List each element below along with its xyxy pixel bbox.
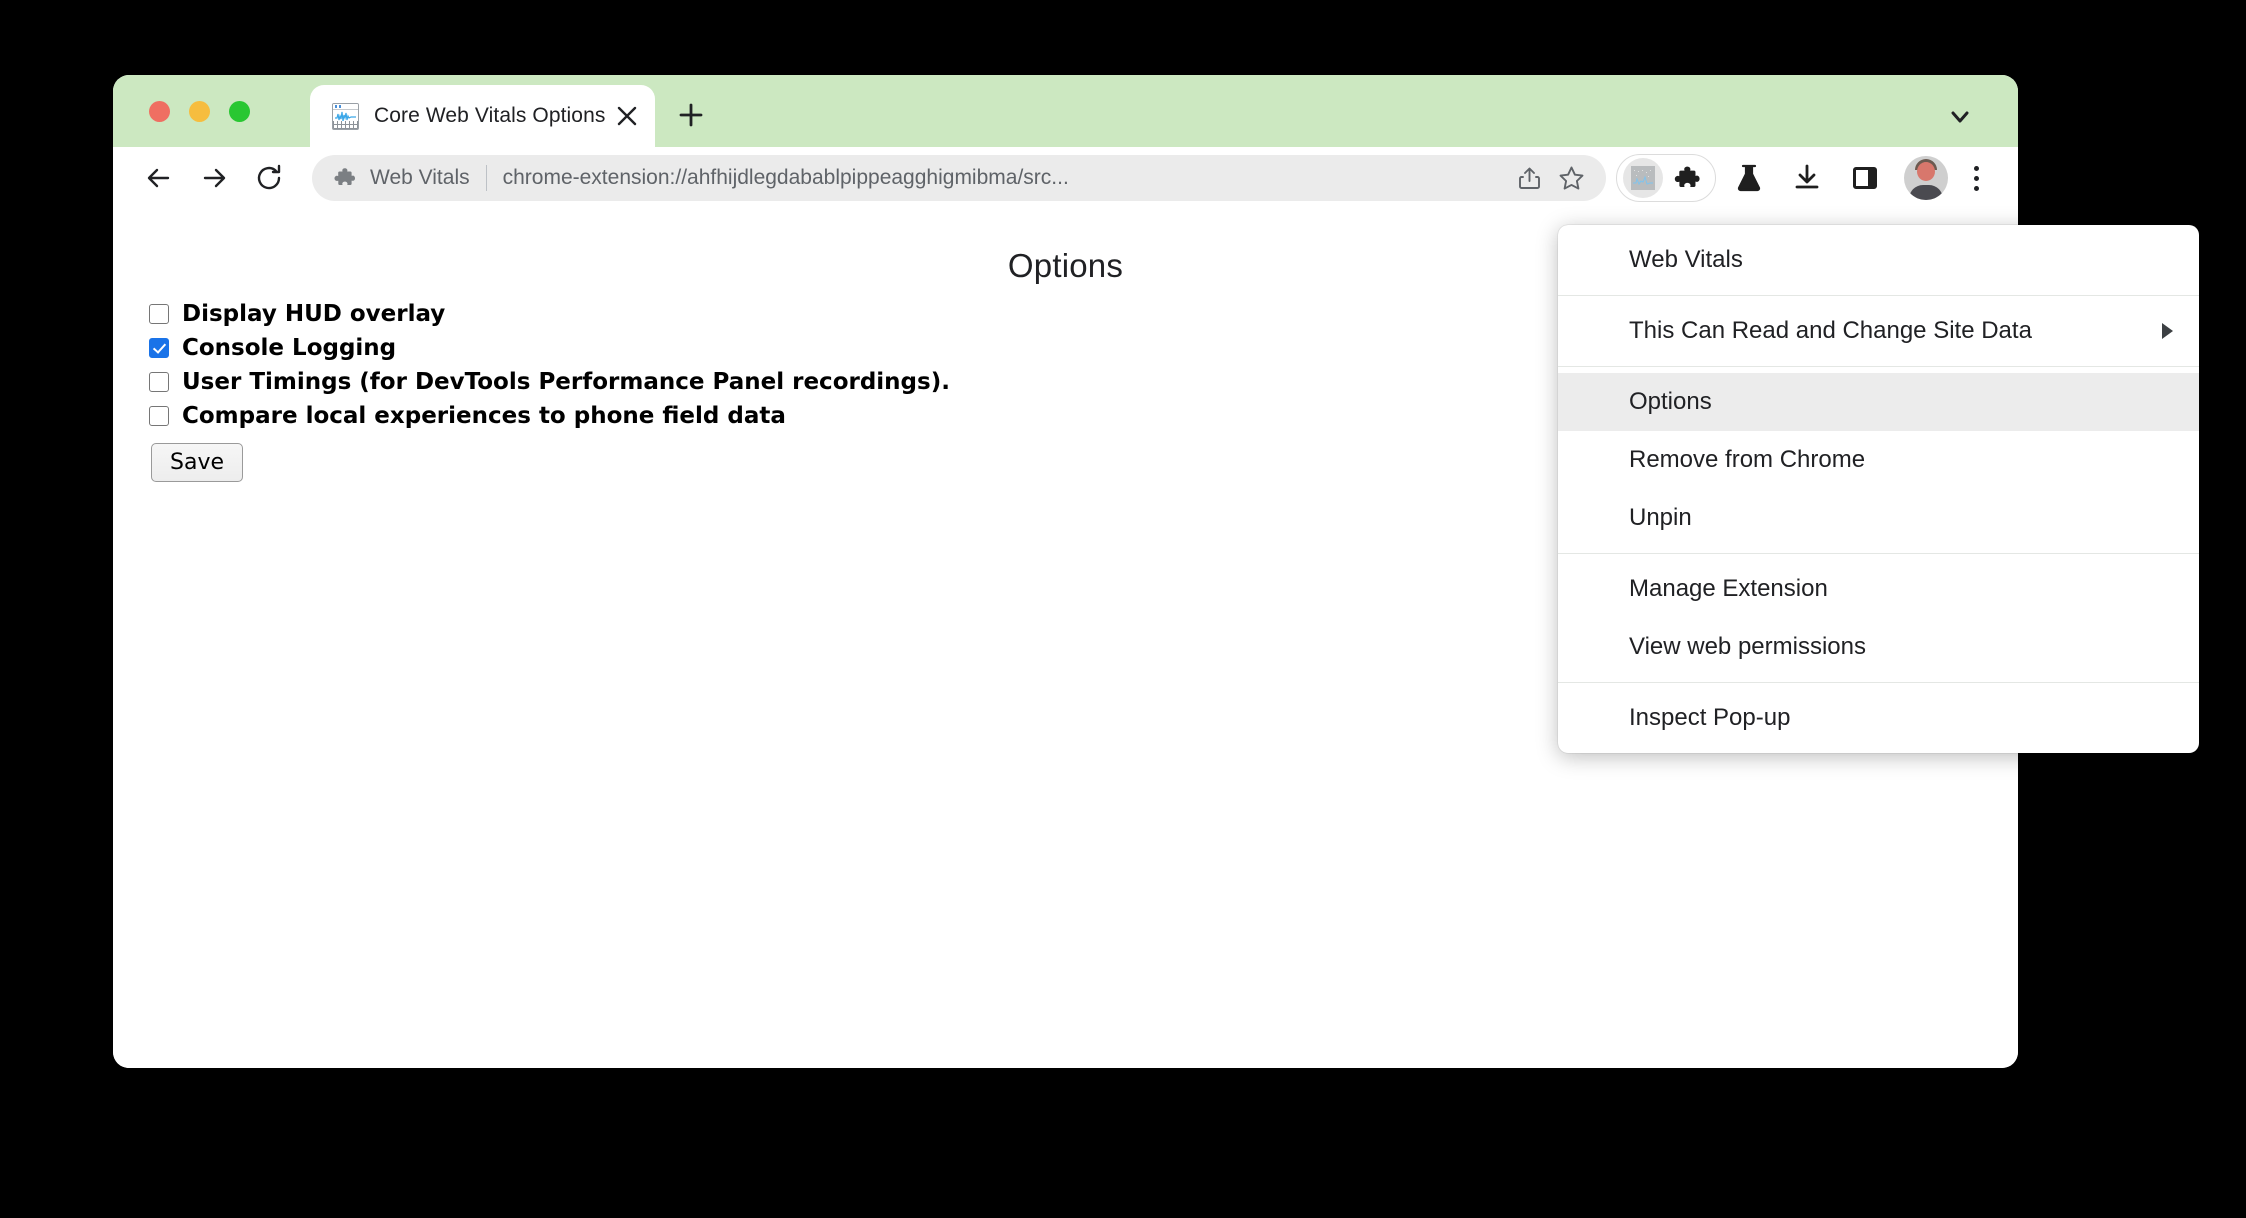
tab-title: Core Web Vitals Options <box>374 104 606 127</box>
web-vitals-chart-icon <box>332 102 359 130</box>
puzzle-piece-icon <box>332 165 358 191</box>
menu-item-label: Inspect Pop-up <box>1629 704 1791 731</box>
reload-icon[interactable] <box>245 154 293 202</box>
omnibox-extension-name: Web Vitals <box>370 166 470 189</box>
extension-context-menu: Web Vitals This Can Read and Change Site… <box>1558 225 2199 753</box>
option-row-compare-local-experiences[interactable]: Compare local experiences to phone field… <box>149 399 950 432</box>
toolbar-actions <box>1616 153 1998 203</box>
save-button[interactable]: Save <box>151 443 244 482</box>
menu-item-options[interactable]: Options <box>1558 373 2199 431</box>
menu-item-label: Remove from Chrome <box>1629 446 1866 473</box>
options-form: Display HUD overlay Console Logging User… <box>149 297 950 482</box>
submenu-arrow-icon <box>2162 323 2173 339</box>
web-vitals-extension-icon[interactable] <box>1623 158 1663 198</box>
maximize-window-button[interactable] <box>229 101 250 122</box>
flask-icon[interactable] <box>1724 153 1774 203</box>
checkbox-user-timings[interactable] <box>149 371 169 392</box>
menu-item-site-access[interactable]: This Can Read and Change Site Data <box>1558 302 2199 360</box>
menu-group: Inspect Pop-up <box>1558 682 2199 753</box>
option-row-console-logging[interactable]: Console Logging <box>149 331 950 364</box>
back-arrow-icon[interactable] <box>135 154 183 202</box>
menu-item-inspect-popup[interactable]: Inspect Pop-up <box>1558 689 2199 747</box>
chevron-down-icon[interactable] <box>1940 97 1980 137</box>
forward-arrow-icon[interactable] <box>190 154 238 202</box>
checkbox-display-hud-overlay[interactable] <box>149 303 169 324</box>
star-icon[interactable] <box>1550 157 1592 199</box>
minimize-window-button[interactable] <box>189 101 210 122</box>
extensions-icon[interactable] <box>1665 156 1709 200</box>
extensions-pill <box>1616 154 1716 202</box>
tab-core-web-vitals-options[interactable]: Core Web Vitals Options <box>310 85 655 147</box>
menu-item-label: Options <box>1629 388 1712 415</box>
menu-item-label: This Can Read and Change Site Data <box>1629 317 2032 344</box>
option-label: Compare local experiences to phone field… <box>182 402 786 429</box>
menu-item-view-web-permissions[interactable]: View web permissions <box>1558 618 2199 676</box>
share-icon[interactable] <box>1508 157 1550 199</box>
address-bar[interactable]: Web Vitals chrome-extension://ahfhijdleg… <box>312 155 1606 201</box>
menu-item-label: Manage Extension <box>1629 575 1828 602</box>
menu-group: Web Vitals <box>1558 225 2199 295</box>
tab-row: Core Web Vitals Options <box>310 75 719 147</box>
web-vitals-extension-glyph <box>1631 166 1655 190</box>
tab-strip: Core Web Vitals Options <box>113 75 2018 147</box>
menu-item-web-vitals[interactable]: Web Vitals <box>1558 231 2199 289</box>
menu-item-label: Web Vitals <box>1629 246 1743 273</box>
close-window-button[interactable] <box>149 101 170 122</box>
three-dot-menu-icon[interactable] <box>1954 156 1998 200</box>
browser-toolbar: Web Vitals chrome-extension://ahfhijdleg… <box>113 147 2018 209</box>
menu-item-remove-from-chrome[interactable]: Remove from Chrome <box>1558 431 2199 489</box>
omnibox-url-text: chrome-extension://ahfhijdlegdabablpippe… <box>502 166 1069 189</box>
menu-group: Manage Extension View web permissions <box>1558 553 2199 682</box>
menu-item-manage-extension[interactable]: Manage Extension <box>1558 560 2199 618</box>
side-panel-icon[interactable] <box>1840 153 1890 203</box>
option-label: Console Logging <box>182 334 397 361</box>
close-tab-button[interactable] <box>607 96 647 136</box>
traffic-lights <box>149 101 250 122</box>
option-row-user-timings[interactable]: User Timings (for DevTools Performance P… <box>149 365 950 398</box>
option-label: User Timings (for DevTools Performance P… <box>182 368 950 395</box>
option-row-display-hud-overlay[interactable]: Display HUD overlay <box>149 297 950 330</box>
option-label: Display HUD overlay <box>182 300 446 327</box>
menu-item-label: View web permissions <box>1629 633 1866 660</box>
checkbox-console-logging[interactable] <box>149 337 169 358</box>
menu-group: This Can Read and Change Site Data <box>1558 295 2199 366</box>
checkbox-compare-local-experiences[interactable] <box>149 405 169 426</box>
new-tab-button[interactable] <box>663 87 719 143</box>
download-icon[interactable] <box>1782 153 1832 203</box>
omnibox-divider <box>485 165 487 191</box>
menu-item-label: Unpin <box>1629 504 1692 531</box>
menu-item-unpin[interactable]: Unpin <box>1558 489 2199 547</box>
profile-avatar[interactable] <box>1904 156 1948 200</box>
menu-group: Options Remove from Chrome Unpin <box>1558 366 2199 553</box>
